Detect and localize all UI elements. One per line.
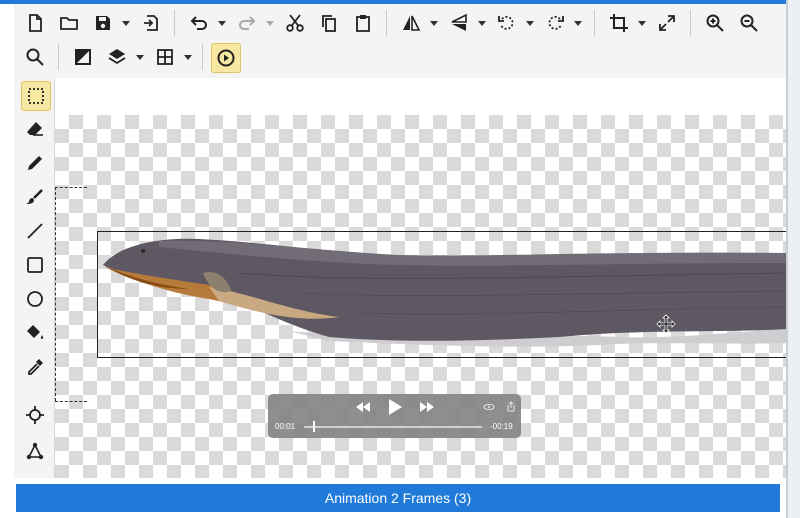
picture-in-picture-icon[interactable] — [483, 403, 495, 411]
export-icon[interactable] — [138, 10, 164, 36]
zoom-out-icon[interactable] — [736, 10, 762, 36]
zoom-reset-icon[interactable] — [22, 44, 48, 70]
selection-marquee-left — [55, 187, 56, 401]
toolbar-separator — [690, 10, 691, 36]
rewind-icon[interactable] — [355, 400, 371, 414]
rotate-ccw-icon[interactable] — [494, 10, 520, 36]
move-cursor-icon — [656, 314, 676, 334]
save-icon[interactable] — [90, 10, 116, 36]
crop-icon[interactable] — [606, 10, 632, 36]
selection-marquee-bottom — [55, 401, 87, 402]
remaining-time: -00:19 — [490, 422, 513, 431]
animation-frames-panel-header[interactable]: Animation 2 Frames (3) — [16, 484, 780, 512]
canvas-top-margin — [55, 78, 786, 115]
video-player-controls: 00:01 -00:19 — [268, 394, 521, 438]
tool-palette — [14, 78, 55, 478]
rotate-ccw-caret[interactable] — [526, 21, 534, 26]
undo-dropdown-caret[interactable] — [218, 21, 226, 26]
left-frame — [0, 4, 12, 518]
eel-image — [103, 238, 786, 347]
rect-select-icon[interactable] — [21, 81, 51, 111]
flip-vertical-icon[interactable] — [446, 10, 472, 36]
save-dropdown-caret[interactable] — [122, 21, 130, 26]
brush-icon[interactable] — [21, 183, 49, 211]
toolbar-separator — [174, 10, 175, 36]
grid-icon[interactable] — [152, 44, 178, 70]
line-icon[interactable] — [21, 217, 49, 245]
crosshair-icon[interactable] — [21, 401, 49, 429]
redo-dropdown-caret[interactable] — [266, 21, 274, 26]
cut-icon[interactable] — [282, 10, 308, 36]
fill-bucket-icon[interactable] — [21, 319, 49, 347]
share-icon[interactable] — [506, 401, 516, 412]
invert-icon[interactable] — [70, 44, 96, 70]
eraser-icon[interactable] — [21, 115, 49, 143]
play-icon[interactable] — [387, 397, 403, 417]
node-icon[interactable] — [21, 437, 49, 465]
layers-caret[interactable] — [136, 55, 144, 60]
resize-icon[interactable] — [654, 10, 680, 36]
paste-icon[interactable] — [350, 10, 376, 36]
copy-icon[interactable] — [316, 10, 342, 36]
main-toolbar — [14, 4, 786, 79]
rectangle-icon[interactable] — [21, 251, 49, 279]
open-folder-icon[interactable] — [56, 10, 82, 36]
rotate-cw-icon[interactable] — [542, 10, 568, 36]
new-file-icon[interactable] — [22, 10, 48, 36]
scrub-knob[interactable] — [312, 421, 315, 432]
layers-icon[interactable] — [104, 44, 130, 70]
toolbar-separator — [58, 44, 59, 70]
toolbar-separator — [386, 10, 387, 36]
flip-horizontal-icon[interactable] — [398, 10, 424, 36]
selection-marquee-top — [55, 187, 87, 188]
rotate-cw-caret[interactable] — [574, 21, 582, 26]
panel-title: Animation 2 Frames (3) — [324, 490, 472, 506]
redo-icon[interactable] — [234, 10, 260, 36]
zoom-in-icon[interactable] — [702, 10, 728, 36]
flip-vertical-caret[interactable] — [478, 21, 486, 26]
flip-horizontal-caret[interactable] — [430, 21, 438, 26]
panel-bottom-gap — [0, 512, 786, 518]
current-time: 00:01 — [275, 422, 296, 431]
grid-caret[interactable] — [184, 55, 192, 60]
animation-play-icon[interactable] — [211, 43, 241, 73]
eyedropper-icon[interactable] — [21, 353, 49, 381]
fast-forward-icon[interactable] — [419, 400, 435, 414]
scrub-track[interactable] — [304, 426, 482, 428]
toolbar-separator — [594, 10, 595, 36]
ellipse-icon[interactable] — [21, 285, 49, 313]
undo-icon[interactable] — [186, 10, 212, 36]
pencil-icon[interactable] — [21, 149, 49, 177]
right-scroll-frame[interactable] — [786, 0, 800, 518]
crop-caret[interactable] — [638, 21, 646, 26]
toolbar-separator — [202, 44, 203, 70]
